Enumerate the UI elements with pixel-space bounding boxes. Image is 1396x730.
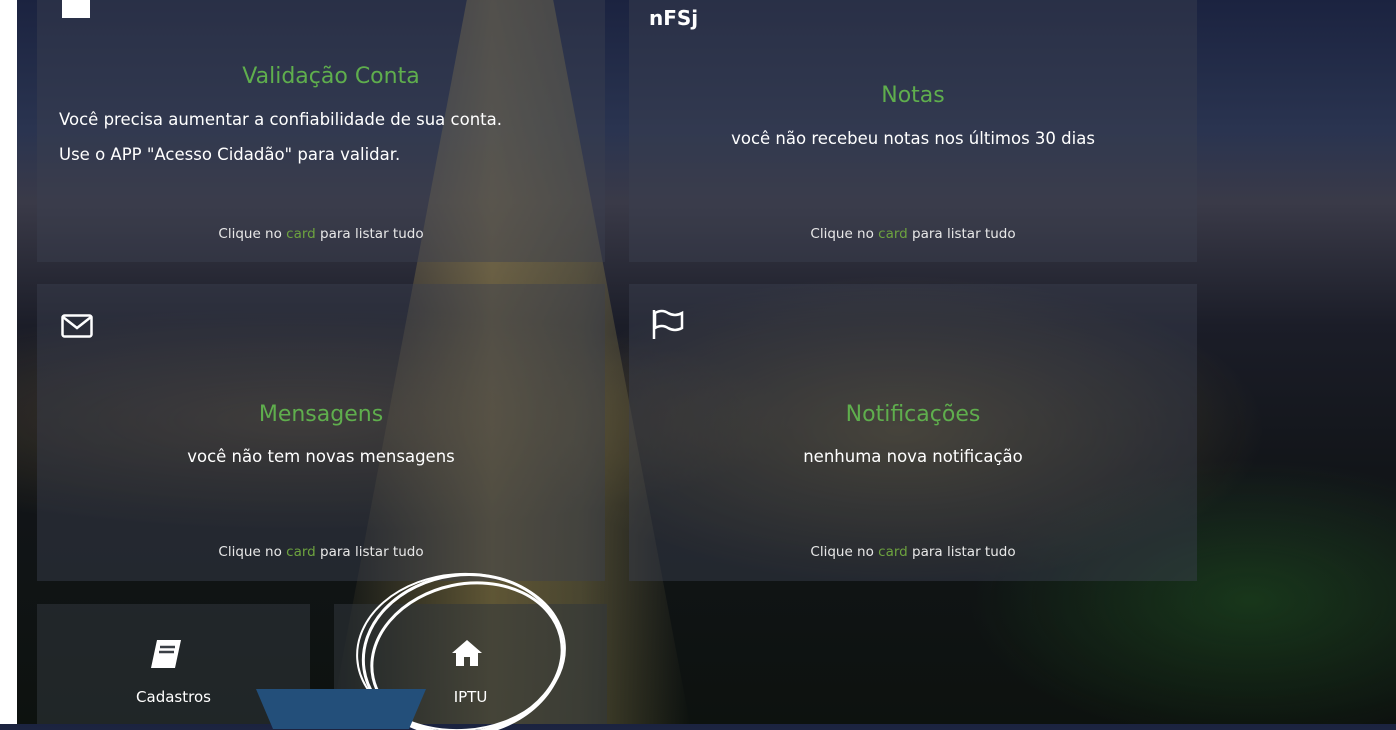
footer-text: Clique no	[218, 226, 287, 242]
card-footer: Clique no card para listar tudo	[37, 226, 605, 242]
card-text-line2: Use o APP "Acesso Cidadão" para validar.	[59, 145, 401, 164]
footer-highlight: card	[286, 544, 316, 560]
card-text: nenhuma nova notificação	[803, 447, 1023, 466]
footer-highlight: card	[878, 226, 908, 242]
card-title: Notificações	[845, 402, 981, 427]
lock-icon	[61, 0, 91, 24]
notas-card[interactable]: nFSj Notas você não recebeu notas nos úl…	[629, 0, 1197, 262]
arrow-annotation	[256, 689, 426, 729]
validacao-conta-card[interactable]: Validação Conta Você precisa aumentar a …	[37, 0, 605, 262]
nfse-logo: nFSj	[649, 6, 699, 30]
card-text: você não tem novas mensagens	[187, 447, 455, 466]
footer-text: para listar tudo	[315, 544, 424, 560]
footer-highlight: card	[286, 226, 316, 242]
card-title: Validação Conta	[242, 64, 420, 89]
card-footer: Clique no card para listar tudo	[37, 544, 605, 560]
flag-icon	[651, 308, 685, 344]
left-edge-strip	[0, 0, 17, 724]
book-icon	[149, 638, 183, 674]
mensagens-card[interactable]: Mensagens você não tem novas mensagens C…	[37, 284, 605, 581]
footer-text: Clique no	[810, 544, 879, 560]
envelope-icon	[61, 314, 93, 342]
footer-highlight: card	[878, 544, 908, 560]
footer-text: Clique no	[810, 226, 879, 242]
notificacoes-card[interactable]: Notificações nenhuma nova notificação Cl…	[629, 284, 1197, 581]
card-title: Notas	[881, 83, 945, 108]
card-text: você não recebeu notas nos últimos 30 di…	[731, 129, 1095, 148]
footer-text: para listar tudo	[315, 226, 424, 242]
card-title: Mensagens	[258, 402, 384, 427]
card-footer: Clique no card para listar tudo	[629, 226, 1197, 242]
card-footer: Clique no card para listar tudo	[629, 544, 1197, 560]
footer-text: Clique no	[218, 544, 287, 560]
footer-text: para listar tudo	[907, 226, 1016, 242]
footer-text: para listar tudo	[907, 544, 1016, 560]
card-text-line1: Você precisa aumentar a confiabilidade d…	[59, 110, 502, 129]
